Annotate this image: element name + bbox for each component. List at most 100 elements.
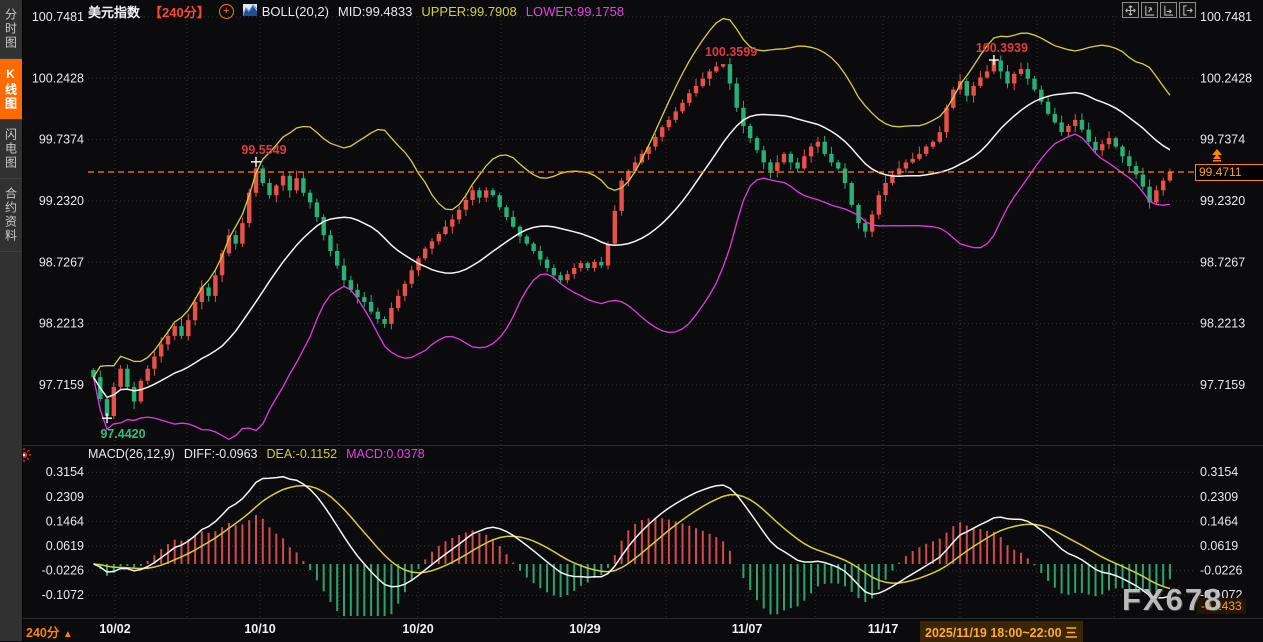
x-axis-date-label: 10/29 bbox=[555, 622, 615, 636]
candle-body bbox=[376, 312, 380, 319]
candle-body bbox=[213, 275, 217, 296]
candle-body bbox=[1087, 130, 1091, 142]
macd-dea-line bbox=[94, 486, 1170, 589]
candle-body bbox=[193, 302, 197, 320]
price-alert-arrow-icon bbox=[1210, 149, 1224, 167]
macd-dea-value: DEA:-0.1152 bbox=[266, 447, 337, 461]
candle-body bbox=[132, 387, 136, 402]
macd-axis-label-left: -0.1072 bbox=[42, 588, 84, 602]
candle-body bbox=[552, 268, 556, 275]
candle-body bbox=[613, 211, 617, 244]
period-selector[interactable]: 240分 ▲ bbox=[26, 622, 73, 641]
macd-label: MACD(26,12,9) bbox=[88, 447, 175, 461]
candle-body bbox=[369, 302, 373, 312]
candle-body bbox=[491, 190, 495, 195]
y-axis-label-left: 100.2428 bbox=[32, 71, 84, 85]
candle-body bbox=[328, 235, 332, 251]
candle-body bbox=[931, 142, 935, 147]
y-axis-label-left: 99.2320 bbox=[39, 194, 84, 208]
candle-body bbox=[1012, 74, 1016, 84]
macd-axis-label-left: 0.3154 bbox=[46, 465, 84, 479]
macd-axis-label-left: 0.0619 bbox=[46, 539, 84, 553]
candle-body bbox=[470, 190, 474, 200]
macd-axis-label-right: 0.2309 bbox=[1200, 490, 1238, 504]
candle-body bbox=[795, 162, 799, 168]
candle-body bbox=[836, 162, 840, 168]
chart-canvas[interactable]: 99.5549100.3599100.393997.4420100.748110… bbox=[0, 0, 1263, 641]
sidebar-tab-合约资料[interactable]: 合约资料 bbox=[0, 179, 22, 252]
candle-body bbox=[904, 162, 908, 168]
candle-body bbox=[294, 178, 298, 190]
candle-body bbox=[396, 296, 400, 308]
candle-body bbox=[728, 64, 732, 83]
candle-body bbox=[1141, 175, 1145, 187]
candle-body bbox=[762, 150, 766, 162]
candle-body bbox=[775, 162, 779, 171]
candle-body bbox=[234, 235, 238, 244]
candle-body bbox=[978, 77, 982, 86]
candle-body bbox=[525, 236, 529, 243]
candle-body bbox=[315, 203, 319, 218]
chart-type-icon[interactable] bbox=[243, 4, 257, 19]
candle-body bbox=[484, 190, 488, 197]
boll-mid-value: MID:99.4833 bbox=[338, 4, 412, 19]
time-axis-bar: 240分 ▲ 2025/11/19 18:00~22:00 三 10/02 10/… bbox=[22, 619, 1263, 641]
watermark: FX678 bbox=[1122, 582, 1223, 618]
period-text: 240分 bbox=[26, 626, 59, 640]
candle-body bbox=[586, 263, 590, 268]
macd-axis-label-right: 0.0619 bbox=[1200, 539, 1238, 553]
candle-body bbox=[782, 154, 786, 163]
candle-body bbox=[870, 215, 874, 232]
candle-body bbox=[1073, 120, 1077, 126]
move-tool-button[interactable] bbox=[1122, 2, 1139, 18]
candle-body bbox=[112, 387, 116, 416]
candle-body bbox=[423, 249, 427, 259]
candle-body bbox=[965, 81, 969, 96]
candle-body bbox=[1005, 71, 1009, 83]
candle-body bbox=[322, 217, 326, 235]
candle-body bbox=[504, 207, 508, 217]
sidebar-tab-K线图[interactable]: K线图 bbox=[0, 59, 22, 120]
candle-body bbox=[1161, 181, 1165, 191]
candle-body bbox=[999, 61, 1003, 72]
period-badge[interactable]: 【240分】 bbox=[149, 2, 210, 21]
candle-body bbox=[437, 234, 441, 241]
candle-body bbox=[457, 210, 461, 220]
candle-body bbox=[599, 262, 603, 266]
current-bar-timestamp: 2025/11/19 18:00~22:00 三 bbox=[920, 621, 1083, 642]
macd-axis-label-right: 0.3154 bbox=[1200, 465, 1238, 479]
x-axis-scale-button[interactable] bbox=[1160, 2, 1177, 18]
candle-body bbox=[301, 178, 305, 193]
candle-body bbox=[410, 270, 414, 283]
annotation-label: 97.4420 bbox=[100, 427, 145, 441]
candle-body bbox=[152, 357, 156, 369]
y-axis-scale-button[interactable] bbox=[1141, 2, 1158, 18]
x-axis-date-label: 10/02 bbox=[85, 622, 145, 636]
candle-body bbox=[288, 176, 292, 191]
y-axis-label-left: 100.7481 bbox=[32, 10, 84, 24]
candle-body bbox=[707, 71, 711, 78]
add-indicator-button[interactable]: + bbox=[219, 4, 234, 19]
sidebar-tab-分时图[interactable]: 分时图 bbox=[0, 0, 22, 59]
y-axis-label-left: 98.2213 bbox=[39, 317, 84, 331]
candle-body bbox=[1032, 79, 1036, 90]
candle-body bbox=[139, 381, 143, 402]
candle-body bbox=[714, 67, 718, 72]
candle-body bbox=[619, 181, 623, 211]
candle-body bbox=[789, 154, 793, 163]
y-axis-label-left: 99.7374 bbox=[39, 133, 84, 147]
candle-body bbox=[464, 200, 468, 210]
candle-body bbox=[971, 86, 975, 96]
candle-body bbox=[1066, 126, 1070, 132]
candle-body bbox=[863, 223, 867, 232]
candle-body bbox=[1127, 156, 1131, 166]
sidebar-tab-闪电图[interactable]: 闪电图 bbox=[0, 120, 22, 179]
candle-body bbox=[443, 227, 447, 234]
pan-right-button[interactable] bbox=[1179, 2, 1196, 18]
annotation-label: 100.3599 bbox=[705, 45, 757, 59]
candle-body bbox=[667, 120, 671, 127]
candle-body bbox=[1100, 144, 1104, 150]
candle-body bbox=[917, 154, 921, 159]
candle-body bbox=[240, 223, 244, 244]
main-chart-header: 美元指数 【240分】 + BOLL(20,2) MID:99.4833 UPP… bbox=[88, 2, 633, 21]
